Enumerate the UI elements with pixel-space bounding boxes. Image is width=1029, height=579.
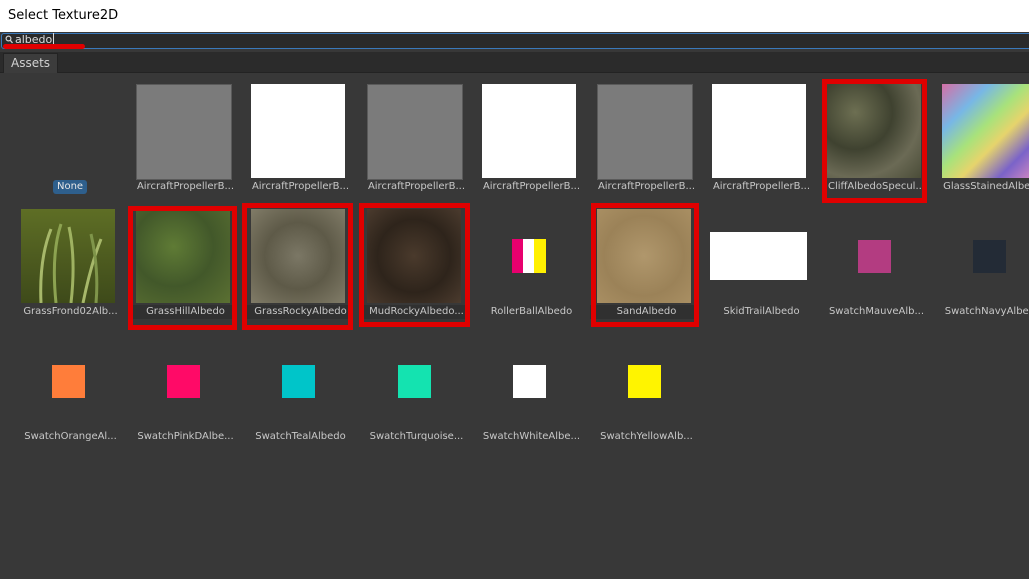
window-title: Select Texture2D <box>8 8 119 23</box>
asset-label: AircraftPropellerB... <box>367 181 466 192</box>
texture-thumbnail <box>52 365 85 398</box>
asset-item[interactable]: GrassFrond02Alb... <box>13 203 123 328</box>
asset-label: SkidTrailAlbedo <box>723 306 800 317</box>
tab-bar: Assets <box>0 52 1029 73</box>
asset-label: GlassStainedAlbe... <box>943 181 1029 192</box>
asset-label: AircraftPropellerB... <box>712 181 811 192</box>
asset-item[interactable]: GrassRockyAlbedo <box>243 203 353 328</box>
asset-item[interactable]: AircraftPropellerB... <box>359 73 469 198</box>
asset-item[interactable]: SandAlbedo <box>589 203 699 328</box>
texture-thumbnail <box>512 239 546 273</box>
texture-thumbnail <box>21 209 115 304</box>
texture-thumbnail <box>482 84 576 178</box>
asset-item[interactable]: AircraftPropellerB... <box>704 73 814 198</box>
asset-item[interactable]: SwatchTurquoise... <box>359 328 469 453</box>
asset-label: GrassFrond02Alb... <box>23 306 118 317</box>
texture-thumbnail <box>513 365 546 398</box>
asset-grid: None AircraftPropellerB... AircraftPrope… <box>0 73 1029 579</box>
asset-label: AircraftPropellerB... <box>597 181 696 192</box>
texture-thumbnail <box>251 84 345 178</box>
asset-label: SwatchWhiteAlbe... <box>482 431 581 442</box>
asset-item[interactable]: SwatchMauveAlb... <box>819 203 929 328</box>
asset-label: GrassRockyAlbedo <box>254 306 347 317</box>
asset-label: GrassHillAlbedo <box>146 306 225 317</box>
asset-item[interactable]: GlassStainedAlbe... <box>934 73 1029 198</box>
asset-label: SwatchTealAlbedo <box>255 431 346 442</box>
asset-label: SwatchOrangeAl... <box>24 431 117 442</box>
asset-item[interactable]: AircraftPropellerB... <box>243 73 353 198</box>
asset-item[interactable]: AircraftPropellerB... <box>474 73 584 198</box>
texture-thumbnail <box>858 240 891 273</box>
asset-item[interactable]: AircraftPropellerB... <box>128 73 238 198</box>
asset-label: AircraftPropellerB... <box>136 181 235 192</box>
texture-thumbnail <box>167 365 200 398</box>
texture-thumbnail <box>136 84 232 180</box>
asset-item[interactable]: SwatchOrangeAl... <box>13 328 123 453</box>
asset-label: MudRockyAlbedo... <box>369 306 464 317</box>
asset-item[interactable]: SwatchNavyAlbe... <box>934 203 1029 328</box>
window-titlebar: Select Texture2D <box>0 0 1029 33</box>
asset-label: CliffAlbedoSpecul... <box>827 181 925 192</box>
texture-thumbnail <box>597 209 691 303</box>
asset-item-none[interactable]: None <box>13 73 123 198</box>
texture-thumbnail <box>973 240 1006 273</box>
asset-label: SwatchTurquoise... <box>369 431 464 442</box>
asset-label: SwatchNavyAlbe... <box>944 306 1029 317</box>
tab-assets[interactable]: Assets <box>3 53 59 73</box>
asset-item[interactable]: SwatchTealAlbedo <box>243 328 353 453</box>
asset-label: SwatchPinkDAlbe... <box>137 431 234 442</box>
texture-thumbnail <box>282 365 315 398</box>
texture-thumbnail <box>597 84 693 180</box>
asset-label: AircraftPropellerB... <box>482 181 581 192</box>
asset-item[interactable]: CliffAlbedoSpecul... <box>819 73 929 198</box>
asset-label: SandAlbedo <box>616 306 677 317</box>
texture-thumbnail <box>251 209 345 303</box>
asset-item[interactable]: AircraftPropellerB... <box>589 73 699 198</box>
search-row: albedo <box>0 32 1029 50</box>
none-label: None <box>53 180 88 194</box>
texture-thumbnail <box>628 365 661 398</box>
texture-thumbnail <box>710 232 807 280</box>
texture-thumbnail <box>367 209 461 303</box>
search-annotation-underline <box>3 44 85 49</box>
grass-frond-art <box>39 223 103 304</box>
asset-item[interactable]: SwatchYellowAlb... <box>589 328 699 453</box>
asset-item[interactable]: MudRockyAlbedo... <box>359 203 469 328</box>
search-input[interactable]: albedo <box>1 33 1029 49</box>
asset-label: SwatchMauveAlb... <box>828 306 925 317</box>
asset-label: SwatchYellowAlb... <box>600 431 693 442</box>
asset-item[interactable]: RollerBallAlbedo <box>474 203 584 328</box>
asset-item[interactable]: SwatchPinkDAlbe... <box>128 328 238 453</box>
texture-thumbnail <box>942 84 1029 178</box>
texture-thumbnail <box>136 209 230 303</box>
texture-thumbnail <box>398 365 431 398</box>
asset-label: RollerBallAlbedo <box>490 306 573 317</box>
asset-item[interactable]: SkidTrailAlbedo <box>704 203 814 328</box>
texture-thumbnail <box>367 84 463 180</box>
texture-thumbnail <box>827 84 921 178</box>
texture-thumbnail <box>712 84 806 178</box>
asset-item[interactable]: SwatchWhiteAlbe... <box>474 328 584 453</box>
asset-item[interactable]: GrassHillAlbedo <box>128 203 238 328</box>
asset-label: AircraftPropellerB... <box>251 181 350 192</box>
